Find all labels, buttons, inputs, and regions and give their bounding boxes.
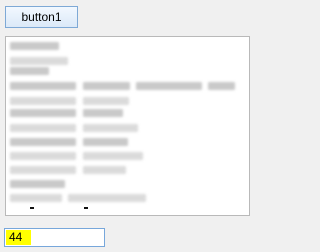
blurred-line-9b bbox=[83, 152, 143, 160]
blurred-line-8a bbox=[10, 138, 76, 146]
blurred-line-2 bbox=[10, 57, 68, 65]
blurred-line-1 bbox=[10, 42, 59, 50]
text-mark-right bbox=[84, 207, 88, 209]
blurred-line-8b bbox=[83, 138, 128, 146]
blurred-line-10a bbox=[10, 166, 76, 174]
blurred-line-4d bbox=[208, 82, 235, 90]
blurred-line-12b bbox=[68, 194, 146, 202]
blurred-line-10b bbox=[83, 166, 126, 174]
blurred-line-6a bbox=[10, 109, 76, 117]
number-input[interactable]: 44 bbox=[4, 228, 105, 247]
blurred-line-5a bbox=[10, 97, 76, 105]
blurred-line-7b bbox=[83, 124, 138, 132]
blurred-line-9a bbox=[10, 152, 76, 160]
blurred-line-3 bbox=[10, 67, 49, 75]
blurred-line-12a bbox=[10, 194, 62, 202]
blurred-line-4b bbox=[83, 82, 130, 90]
number-input-value: 44 bbox=[9, 230, 23, 244]
blurred-line-11 bbox=[10, 180, 65, 188]
blurred-line-6b bbox=[83, 109, 123, 117]
blurred-line-7a bbox=[10, 124, 76, 132]
blurred-text-area[interactable] bbox=[5, 36, 250, 216]
blurred-line-4a bbox=[10, 82, 76, 90]
blurred-line-4c bbox=[136, 82, 202, 90]
text-mark-left bbox=[30, 207, 34, 209]
button1[interactable]: button1 bbox=[5, 6, 78, 28]
blurred-line-5b bbox=[83, 97, 129, 105]
